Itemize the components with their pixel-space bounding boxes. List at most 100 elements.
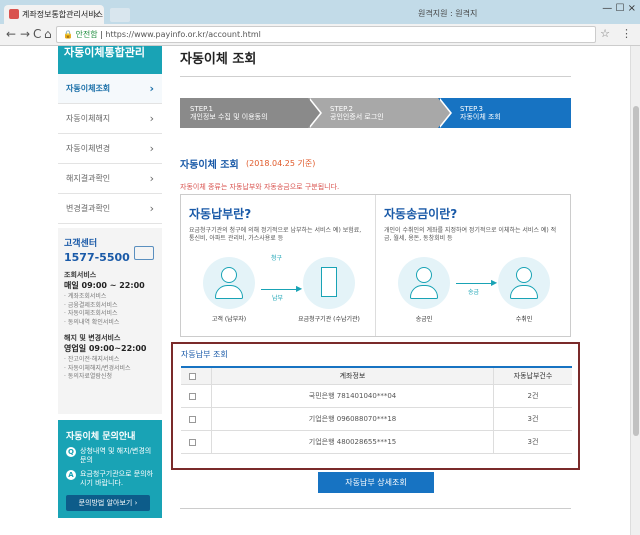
flow-arrow xyxy=(456,283,494,284)
sidebar-title: 자동이체통합관리 xyxy=(58,46,162,74)
auto-payment-detail-button[interactable]: 자동납부 상세조회 xyxy=(318,472,434,493)
auto-payment-info: 자동납부란? 요금청구기관의 청구에 의해 정기적으로 납부하는 서비스 예) … xyxy=(181,195,376,336)
count-cell: 2건 xyxy=(493,385,572,407)
remote-tab[interactable]: 원격지원 : 원격지 xyxy=(418,6,477,22)
auto-payment-desc: 요금청구기관의 청구에 의해 정기적으로 납부하는 서비스 예) 보험료, 통신… xyxy=(189,227,362,242)
sender-label: 송금인 xyxy=(415,316,433,323)
chevron-right-icon: › xyxy=(149,172,154,185)
bookmark-star-icon[interactable]: ☆ xyxy=(600,27,610,40)
step-indicator: STEP.1 개인정보 수집 및 이용동의 STEP.2 공인인증서 로그인 S… xyxy=(180,98,571,128)
cs-change-hours: 영업일 09:00~22:00 xyxy=(64,344,147,353)
chevron-right-icon: › xyxy=(149,112,154,125)
auto-payment-lookup: 자동납부 조회 계좌정보 자동납부건수 국민은행 781401040***04 … xyxy=(171,342,580,470)
auto-transfer-info: 자동송금이란? 개인이 수취인의 계좌를 지정하여 정기적으로 이체하는 서비스… xyxy=(376,195,571,336)
auto-payment-heading: 자동납부란? xyxy=(189,207,252,221)
customer-person-icon xyxy=(203,257,255,309)
count-cell: 3건 xyxy=(493,431,572,453)
cs-query-list: · 계좌조회서비스 · 금융결제조회서비스 · 자동이체조회서비스 · 동의내역… xyxy=(64,293,120,326)
address-bar-area: ← → C ⌂ 🔒 안전함 | https://www.payinfo.or.k… xyxy=(0,24,640,46)
reload-icon[interactable]: C xyxy=(33,27,41,41)
title-divider xyxy=(180,76,571,77)
lookup-table: 계좌정보 자동납부건수 국민은행 781401040***04 2건 기업은행 … xyxy=(181,366,572,454)
col-count-header: 자동납부건수 xyxy=(493,368,572,384)
sidebar-item-label: 자동이체변경 xyxy=(66,144,111,153)
favicon-icon xyxy=(9,9,19,19)
browser-tab[interactable]: 계좌정보통합관리서비스 × xyxy=(4,5,104,24)
sidebar: 자동이체통합관리 자동이체조회 › 자동이체해지 › 자동이체변경 › 해지결과… xyxy=(58,46,162,224)
scrollbar-thumb[interactable] xyxy=(633,106,639,436)
table-row: 국민은행 781401040***04 2건 xyxy=(181,385,572,408)
phone-card-icon xyxy=(134,246,154,260)
inquiry-method-button[interactable]: 문의방법 알아보기 › xyxy=(66,495,150,511)
sidebar-item-label: 해지결과확인 xyxy=(66,174,111,183)
secure-label: 🔒 안전함 xyxy=(63,30,98,39)
page-title: 자동이체 조회 xyxy=(180,52,257,67)
cs-change-list: · 잔고이전·해지서비스 · 자동이체해지/변경서비스 · 동의자료열람신청 xyxy=(64,356,131,380)
row-checkbox[interactable] xyxy=(189,439,196,446)
step-3-current: STEP.3 자동이체 조회 xyxy=(438,98,571,128)
sidebar-item-label: 자동이체조회 xyxy=(66,84,111,93)
tab-close-icon[interactable]: × xyxy=(93,5,100,24)
sidebar-item-label: 변경결과확인 xyxy=(66,204,111,213)
receiver-person-icon xyxy=(498,257,550,309)
lookup-title: 자동납부 조회 xyxy=(181,350,228,359)
account-cell: 기업은행 480028655***15 xyxy=(211,431,493,453)
cs-change-service: 해지 및 변경서비스 xyxy=(64,334,121,342)
arrow-right-icon: ▶ xyxy=(491,278,498,287)
table-row: 기업은행 096088070***18 3건 xyxy=(181,408,572,431)
arrow-right-icon: ▶ xyxy=(296,284,303,293)
url-input[interactable]: 🔒 안전함 | https://www.payinfo.or.kr/accoun… xyxy=(56,26,596,43)
select-all-checkbox[interactable] xyxy=(189,373,196,380)
step-2: STEP.2 공인인증서 로그인 xyxy=(308,98,440,128)
home-icon[interactable]: ⌂ xyxy=(44,27,52,41)
bottom-divider xyxy=(180,508,571,509)
auto-transfer-desc: 개인이 수취인의 계좌를 지정하여 정기적으로 이체하는 서비스 예) 적금, … xyxy=(384,227,557,242)
sidebar-item-change[interactable]: 자동이체변경 › xyxy=(58,134,162,164)
section-date: (2018.04.25 기준) xyxy=(246,159,316,168)
arrow-label-bill: 청구 xyxy=(271,255,283,262)
browser-menu-icon[interactable]: ⋮ xyxy=(621,27,632,40)
row-checkbox[interactable] xyxy=(189,393,196,400)
chevron-right-icon: › xyxy=(149,142,154,155)
cs-query-service: 조회서비스 xyxy=(64,271,97,279)
table-header: 계좌정보 자동납부건수 xyxy=(181,368,572,385)
account-cell: 국민은행 781401040***04 xyxy=(211,385,493,407)
auto-transfer-heading: 자동송금이란? xyxy=(384,207,458,221)
col-account-header: 계좌정보 xyxy=(211,368,493,384)
payer-label: 고객 (납부자) xyxy=(211,316,247,323)
arrow-label-transfer: 송금 xyxy=(468,289,480,296)
building-icon xyxy=(303,257,355,309)
account-cell: 기업은행 096088070***18 xyxy=(211,408,493,430)
row-checkbox[interactable] xyxy=(189,416,196,423)
step-1: STEP.1 개인정보 수집 및 이용동의 xyxy=(180,98,310,128)
a-badge-icon: A xyxy=(66,470,76,480)
table-row: 기업은행 480028655***15 3건 xyxy=(181,431,572,454)
inquiry-box: 자동이체 문의안내 Q 상청내역 및 해지/변경의 문의 A 요금청구기관으로 … xyxy=(58,420,162,518)
biller-label: 요금청구기관 (수납기관) xyxy=(298,316,360,323)
chevron-right-icon: › xyxy=(149,202,154,215)
arrow-label-pay: 납부 xyxy=(272,295,284,302)
cs-query-hours: 매일 09:00 ~ 22:00 xyxy=(64,281,145,290)
step-arrow xyxy=(308,98,320,128)
flow-arrow xyxy=(261,289,299,290)
page-scrollbar[interactable] xyxy=(630,46,640,535)
forward-icon[interactable]: → xyxy=(20,27,30,41)
sender-person-icon xyxy=(398,257,450,309)
back-icon[interactable]: ← xyxy=(6,27,16,41)
browser-tabbar: 계좌정보통합관리서비스 × 원격지원 : 원격지 — ☐ × xyxy=(0,0,640,24)
sidebar-item-cancel-result[interactable]: 해지결과확인 › xyxy=(58,164,162,194)
inquiry-a: A 요금청구기관으로 문의하시기 바랍니다. xyxy=(66,470,154,488)
section-title: 자동이체 조회 xyxy=(180,160,239,171)
info-box: 자동납부란? 요금청구기관의 청구에 의해 정기적으로 납부하는 서비스 예) … xyxy=(180,194,571,337)
new-tab-button[interactable] xyxy=(110,8,130,22)
sidebar-item-change-result[interactable]: 변경결과확인 › xyxy=(58,194,162,224)
sidebar-item-query[interactable]: 자동이체조회 › xyxy=(58,74,162,104)
sidebar-item-cancel[interactable]: 자동이체해지 › xyxy=(58,104,162,134)
window-controls[interactable]: — ☐ × xyxy=(602,3,636,14)
inquiry-title: 자동이체 문의안내 xyxy=(66,432,136,442)
receiver-label: 수취인 xyxy=(515,316,533,323)
count-cell: 3건 xyxy=(493,408,572,430)
section-note: 자동이체 종류는 자동납부와 자동송금으로 구분됩니다. xyxy=(180,183,340,191)
customer-center: 고객센터 1577-5500 조회서비스 매일 09:00 ~ 22:00 · … xyxy=(58,228,162,414)
tab-title: 계좌정보통합관리서비스 xyxy=(22,10,103,19)
